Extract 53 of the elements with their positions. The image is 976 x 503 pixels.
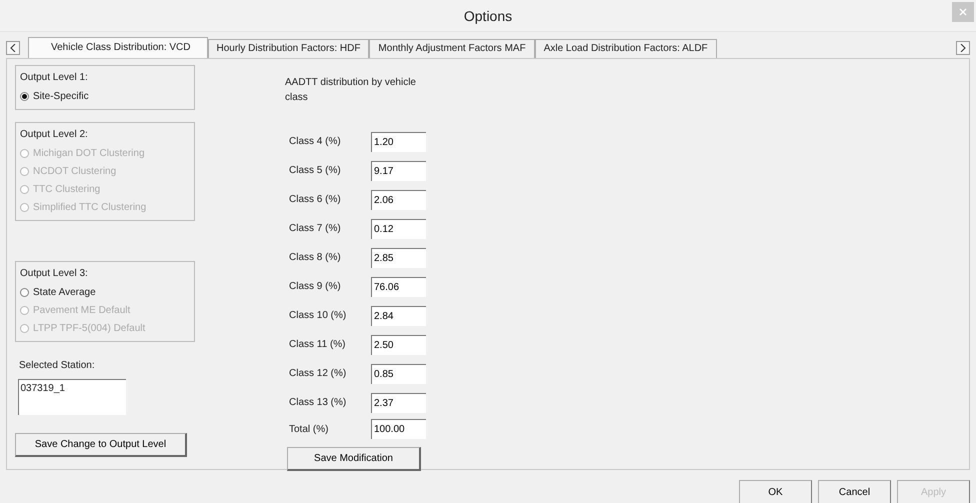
scroll-left-button[interactable] <box>6 41 20 55</box>
input-field[interactable]: 76.06 <box>371 276 426 296</box>
dialog-button[interactable]: OK <box>739 480 812 503</box>
radio-button[interactable] <box>20 92 29 100</box>
tab[interactable]: Monthly Adjustment Factors MAF <box>369 39 535 58</box>
input-field[interactable]: 2.84 <box>371 306 426 326</box>
field-label: Class 13 (%) <box>289 396 348 410</box>
field-label: Class 6 (%) <box>289 193 342 207</box>
field-label: Class 9 (%) <box>289 280 342 294</box>
window-title: Options <box>464 7 512 26</box>
radio-label: Michigan DOT Clustering <box>33 146 145 160</box>
dialog-button[interactable]: Cancel <box>818 480 891 503</box>
radio-label: Pavement ME Default <box>33 304 130 318</box>
input-field[interactable]: 0.85 <box>371 364 426 384</box>
input-field[interactable]: 2.85 <box>371 248 426 268</box>
save-modification-button[interactable]: Save Modification <box>287 447 421 471</box>
scroll-right-button[interactable] <box>956 41 970 55</box>
input-field[interactable]: 2.06 <box>371 190 426 210</box>
tab[interactable]: Axle Load Distribution Factors: ALDF <box>534 39 717 58</box>
radio-option[interactable]: State Average <box>20 283 190 301</box>
input-field[interactable]: 100.00 <box>371 419 426 439</box>
radio-label: NCDOT Clustering <box>33 164 116 178</box>
station-label: Selected Station: <box>19 359 96 373</box>
field-label: Class 11 (%) <box>289 338 346 352</box>
radio-label: TTC Clustering <box>33 182 100 196</box>
group-title: Output Level 3: <box>20 267 89 281</box>
input-field[interactable]: 1.20 <box>371 132 426 152</box>
field-label: Class 8 (%) <box>289 251 342 265</box>
close-button[interactable] <box>952 2 974 22</box>
field-label: Total (%) <box>289 422 330 436</box>
input-field[interactable]: 2.37 <box>371 392 426 412</box>
field-label: Class 4 (%) <box>289 135 342 149</box>
section-heading: AADTT distribution by vehicle class <box>285 76 417 105</box>
field-label: Class 12 (%) <box>289 367 348 381</box>
radio-button[interactable] <box>20 288 29 296</box>
input-field[interactable]: 9.17 <box>371 160 426 180</box>
field-label: Class 10 (%) <box>289 309 348 323</box>
radio-label: Simplified TTC Clustering <box>33 200 146 214</box>
radio-label: State Average <box>33 286 96 300</box>
tab[interactable]: Vehicle Class Distribution: VCD <box>28 37 208 58</box>
radio-label: LTPP TPF-5(004) Default <box>33 322 146 336</box>
group-title: Output Level 1: <box>20 71 89 85</box>
field-label: Class 5 (%) <box>289 164 342 178</box>
radio-label: Site-Specific <box>33 90 89 104</box>
station-list[interactable]: 037319_1 <box>18 379 126 415</box>
close-icon <box>959 8 967 16</box>
tab[interactable]: Hourly Distribution Factors: HDF <box>208 39 370 58</box>
input-field[interactable]: 2.50 <box>371 334 426 354</box>
group-title: Output Level 2: <box>20 128 89 142</box>
input-field[interactable]: 0.12 <box>371 218 426 238</box>
field-label: Class 7 (%) <box>289 222 342 236</box>
radio-option[interactable]: Site-Specific <box>20 87 190 105</box>
save-level-button[interactable]: Save Change to Output Level <box>15 433 187 457</box>
